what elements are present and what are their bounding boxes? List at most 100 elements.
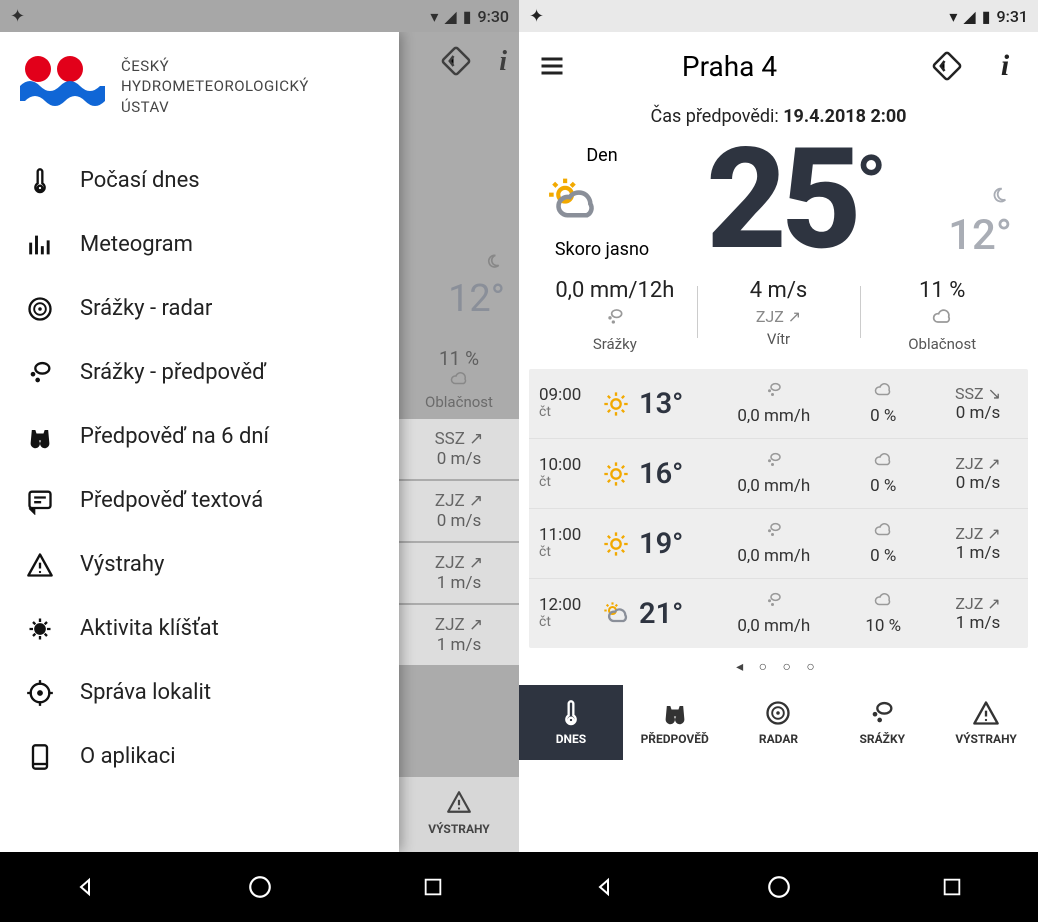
binoculars-icon: [24, 423, 56, 451]
app-bar: Praha 4 i: [519, 32, 1038, 100]
hourly-row[interactable]: 09:00čt 13° 0,0 mm/h 0 % SSZ ↘0 m/s: [529, 369, 1028, 438]
nav-recent-button[interactable]: [937, 872, 967, 902]
signal-icon: ◢: [963, 7, 975, 26]
nav-home-button[interactable]: [245, 872, 275, 902]
tab-label: VÝSTRAHY: [955, 732, 1017, 746]
thermometer-icon: [557, 699, 585, 727]
hour-wind: SSZ ↘0 m/s: [938, 384, 1018, 423]
drawer-item[interactable]: Počasí dnes: [0, 149, 399, 213]
hourly-row[interactable]: 10:00čt 16° 0,0 mm/h 0 % ZJZ ↗0 m/s: [529, 438, 1028, 508]
hour-time: 10:00čt: [539, 456, 599, 490]
hourly-row[interactable]: 11:00čt 19° 0,0 mm/h 0 % ZJZ ↗1 m/s: [529, 508, 1028, 578]
binoculars-icon: [661, 699, 689, 727]
drawer-item[interactable]: Srážky - předpověď: [0, 341, 399, 405]
bottom-tabs: DNES PŘEDPOVĚĎ RADAR SRÁŽKY VÝSTRAHY: [519, 685, 1038, 760]
background-wind-row: ZJZ ↗1 m/s: [399, 543, 519, 603]
chmu-logo-icon: [20, 56, 105, 111]
background-wind-row: ZJZ ↗0 m/s: [399, 481, 519, 541]
cloud-icon: [447, 370, 471, 388]
drawer-header: ČESKÝ HYDROMETEOROLOGICKÝ ÚSTAV: [0, 32, 399, 149]
nav-back-button[interactable]: [72, 872, 102, 902]
thermometer-icon: [24, 167, 56, 195]
background-peek: 12° 11 % Oblačnost SSZ ↗0 m/sZJZ ↗0 m/sZ…: [399, 252, 519, 667]
tab-výstrahy[interactable]: VÝSTRAHY: [934, 685, 1038, 760]
menu-button[interactable]: [535, 52, 569, 80]
status-time: 9:30: [478, 7, 510, 26]
rotate-icon: [441, 46, 471, 76]
background-wind-row: SSZ ↗0 m/s: [399, 419, 519, 479]
drawer-item[interactable]: Předpověď textová: [0, 469, 399, 533]
moon-icon: [984, 185, 1012, 207]
drawer-item[interactable]: Předpověď na 6 dní: [0, 405, 399, 469]
hour-precip: 0,0 mm/h: [719, 591, 829, 636]
battery-icon: ▮: [982, 7, 991, 26]
hour-cloud: 0 %: [829, 451, 939, 496]
drawer-menu-list: Počasí dnes Meteogram Srážky - radar Srážky…: [0, 149, 399, 852]
drawer-item[interactable]: Správa lokalit: [0, 661, 399, 725]
location-title[interactable]: Praha 4: [593, 50, 906, 83]
tab-radar[interactable]: RADAR: [727, 685, 831, 760]
hour-temperature: 19°: [639, 527, 719, 561]
drawer-item-label: Srážky - předpověď: [80, 360, 266, 385]
warning-icon: [972, 699, 1000, 727]
current-weather-hero: Den Skoro jasno 25° 12°: [519, 141, 1038, 268]
hour-cloud: 10 %: [829, 591, 939, 636]
rain-icon: [24, 359, 56, 387]
warning-icon: [24, 551, 56, 579]
radar-icon: [764, 699, 792, 727]
metrics-row: 0,0 mm/12hSrážky4 m/sZJZ ↗Vítr11 %Oblačn…: [519, 268, 1038, 359]
logo-text: ČESKÝ HYDROMETEOROLOGICKÝ ÚSTAV: [121, 56, 309, 117]
info-button[interactable]: i: [988, 49, 1022, 83]
metric: 0,0 mm/12hSrážky: [533, 278, 697, 353]
drawer-item-label: Výstrahy: [80, 552, 164, 577]
tab-dnes[interactable]: DNES: [519, 685, 623, 760]
tab-label: SRÁŽKY: [860, 732, 905, 746]
warning-icon: [446, 789, 472, 815]
current-temperature: 25°: [667, 141, 920, 260]
drawer-item[interactable]: Srážky - radar: [0, 277, 399, 341]
hour-precip: 0,0 mm/h: [719, 521, 829, 566]
drawer-item[interactable]: Aktivita klíšťat: [0, 597, 399, 661]
tab-srážky[interactable]: SRÁŽKY: [830, 685, 934, 760]
hour-temperature: 13°: [639, 387, 719, 421]
tab-předpověď[interactable]: PŘEDPOVĚĎ: [623, 685, 727, 760]
drawer-item-label: O aplikaci: [80, 744, 176, 769]
drawer-item-label: Správa lokalit: [80, 680, 211, 705]
hour-time: 11:00čt: [539, 526, 599, 560]
night-temperature: 12°: [920, 211, 1012, 260]
target-icon: [24, 679, 56, 707]
wifi-icon: ▾: [949, 7, 957, 26]
hour-precip: 0,0 mm/h: [719, 451, 829, 496]
hour-wind: ZJZ ↗0 m/s: [938, 454, 1018, 493]
battery-icon: ▮: [463, 7, 472, 26]
text-icon: [24, 487, 56, 515]
hourly-forecast-list[interactable]: 09:00čt 13° 0,0 mm/h 0 % SSZ ↘0 m/s 10:0…: [529, 369, 1028, 648]
hour-time: 12:00čt: [539, 596, 599, 630]
drawer-item-label: Předpověď textová: [80, 488, 263, 513]
nav-home-button[interactable]: [764, 872, 794, 902]
hour-cloud: 0 %: [829, 521, 939, 566]
day-label: Den: [537, 145, 667, 166]
hourly-row[interactable]: 12:00čt 21° 0,0 mm/h 10 % ZJZ ↗1 m/s: [529, 578, 1028, 648]
metric: 4 m/sZJZ ↗Vítr: [697, 278, 861, 353]
hour-temperature: 16°: [639, 457, 719, 491]
tab-label: PŘEDPOVĚĎ: [641, 732, 709, 746]
rotate-button[interactable]: [930, 51, 964, 81]
nav-back-button[interactable]: [591, 872, 621, 902]
status-bar: ✦ ▾ ◢ ▮ 9:30: [0, 0, 519, 32]
drawer-item-label: Meteogram: [80, 232, 193, 257]
hour-weather-icon: [599, 530, 639, 558]
drawer-item[interactable]: Výstrahy: [0, 533, 399, 597]
tick-icon: [24, 615, 56, 643]
signal-icon: ◢: [444, 7, 456, 26]
drawer-item[interactable]: O aplikaci: [0, 725, 399, 789]
hour-weather-icon: [599, 460, 639, 488]
page-indicator[interactable]: ◂ ○ ○ ○: [519, 648, 1038, 685]
wifi-icon: ▾: [430, 7, 438, 26]
status-time: 9:31: [997, 7, 1029, 26]
hour-precip: 0,0 mm/h: [719, 381, 829, 426]
nav-recent-button[interactable]: [418, 872, 448, 902]
drawer-item[interactable]: Meteogram: [0, 213, 399, 277]
metric: 11 %Oblačnost: [860, 278, 1024, 353]
android-navbar: [519, 852, 1038, 922]
